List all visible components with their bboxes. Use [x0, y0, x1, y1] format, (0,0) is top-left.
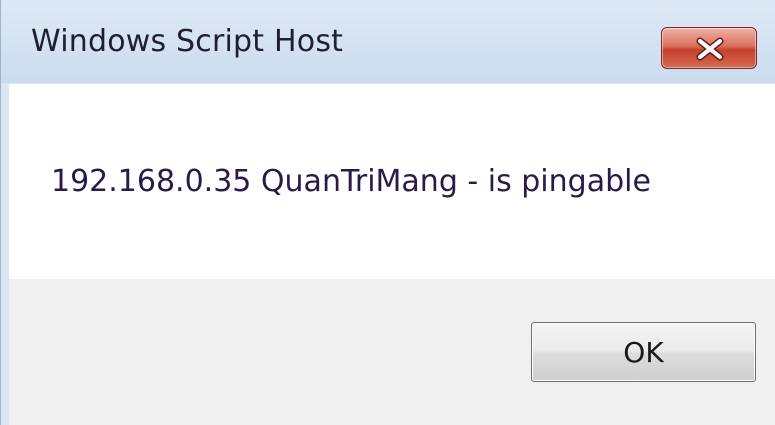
message-area: 192.168.0.35 QuanTriMang - is pingable	[9, 84, 775, 279]
window-title: Windows Script Host	[31, 24, 344, 59]
message-text: 192.168.0.35 QuanTriMang - is pingable	[51, 164, 651, 199]
message-dialog: Windows Script Host 192.168.0.35 QuanTri…	[0, 0, 775, 425]
title-bar[interactable]: Windows Script Host	[1, 0, 775, 83]
close-button[interactable]	[661, 27, 757, 69]
close-icon	[696, 37, 724, 61]
ok-button[interactable]: OK	[531, 322, 756, 382]
button-bar: OK	[9, 279, 775, 425]
